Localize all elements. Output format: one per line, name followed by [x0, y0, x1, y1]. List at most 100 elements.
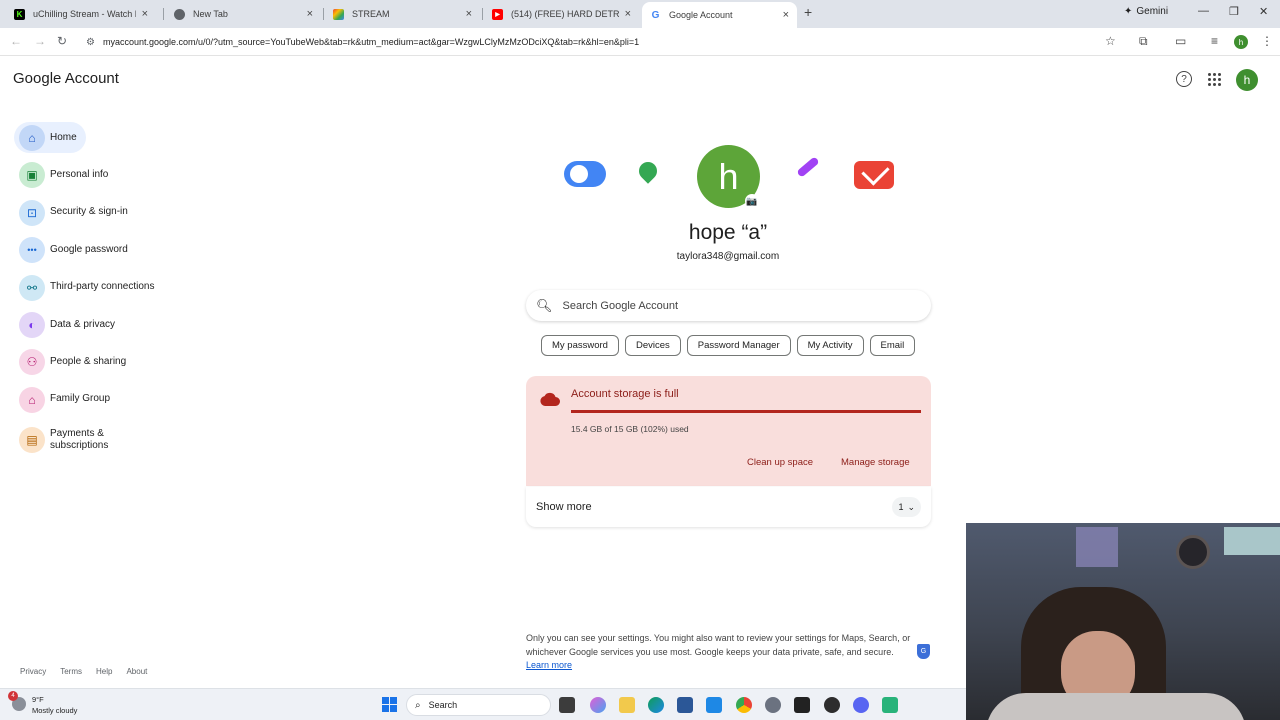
- google-account-logo[interactable]: Google Account: [13, 70, 119, 87]
- edge-icon[interactable]: [648, 697, 664, 713]
- obs-icon[interactable]: [794, 697, 810, 713]
- about-link[interactable]: About: [126, 667, 147, 676]
- task-view-icon[interactable]: [559, 697, 575, 713]
- account-avatar[interactable]: h: [1236, 69, 1258, 91]
- account-search[interactable]: 🔍︎: [526, 290, 931, 321]
- webcam-poster: [1076, 527, 1118, 567]
- file-explorer-icon[interactable]: [619, 697, 635, 713]
- apps-grid-icon[interactable]: [1208, 73, 1221, 86]
- close-icon[interactable]: ×: [625, 8, 631, 20]
- storage-alert-card: Account storage is full 15.4 GB of 15 GB…: [526, 376, 931, 486]
- sidebar-item-home[interactable]: ⌂ Home: [14, 119, 214, 157]
- sidebar-item-label: Home: [50, 131, 77, 143]
- chip-my-activity[interactable]: My Activity: [796, 335, 864, 356]
- toggle-icon: ◐: [19, 311, 45, 338]
- store-icon[interactable]: [677, 697, 693, 713]
- sidebar-item-people-sharing[interactable]: ⚇ People & sharing: [14, 343, 214, 380]
- windows-taskbar: 4 9°F Mostly cloudy ⌕ Search: [0, 688, 966, 720]
- browser-tab[interactable]: K uChilling Stream - Watch Live o ×: [6, 3, 156, 25]
- restore-button[interactable]: ❐: [1229, 5, 1239, 18]
- chip-my-password[interactable]: My password: [541, 335, 619, 356]
- close-icon[interactable]: ×: [307, 8, 313, 20]
- webcam-monitor: [1224, 527, 1280, 555]
- browser-tab[interactable]: New Tab ×: [166, 3, 321, 25]
- close-icon[interactable]: ×: [142, 8, 148, 20]
- weather-widget[interactable]: 4 9°F Mostly cloudy: [8, 691, 77, 716]
- minimize-button[interactable]: —: [1198, 5, 1209, 17]
- storage-usage-text: 15.4 GB of 15 GB (102%) used: [571, 424, 689, 434]
- browser-tab[interactable]: ▶ (514) (FREE) HARD DETROIT TY ×: [484, 3, 639, 25]
- chip-devices[interactable]: Devices: [624, 335, 681, 356]
- url-text: myaccount.google.com/u/0/?utm_source=You…: [102, 37, 640, 47]
- search-input[interactable]: [562, 299, 903, 312]
- tab-title: STREAM: [352, 9, 390, 19]
- close-window-button[interactable]: ✕: [1259, 5, 1268, 18]
- clean-up-space-button[interactable]: Clean up space: [747, 457, 813, 468]
- sidebar-item-label: People & sharing: [50, 356, 127, 368]
- gemini-button[interactable]: ✦ Gemini: [1124, 6, 1168, 17]
- sidebar-item-third-party[interactable]: ⚯ Third-party connections: [14, 269, 214, 306]
- manage-storage-button[interactable]: Manage storage: [841, 457, 910, 468]
- forward-arrow-icon[interactable]: →: [34, 34, 46, 48]
- camera-icon[interactable]: 📷: [745, 194, 759, 208]
- search-icon: 🔍︎: [536, 297, 553, 313]
- sidebar-item-label: Google password: [50, 243, 128, 255]
- browser-profile-avatar[interactable]: h: [1234, 35, 1248, 49]
- palette-icon: [333, 8, 344, 20]
- webcam-person-shirt: [986, 693, 1246, 720]
- brush-illustration-icon: [796, 156, 820, 178]
- chip-email[interactable]: Email: [869, 335, 916, 356]
- terms-link[interactable]: Terms: [60, 667, 82, 676]
- close-icon[interactable]: ×: [466, 8, 472, 20]
- notes-icon[interactable]: [882, 697, 898, 713]
- settings-gear-icon[interactable]: [765, 697, 781, 713]
- chip-password-manager[interactable]: Password Manager: [686, 335, 791, 356]
- privacy-note-text: Only you can see your settings. You migh…: [526, 633, 911, 657]
- dots-password-icon: •••: [19, 237, 45, 264]
- help-link[interactable]: Help: [96, 667, 112, 676]
- discord-icon[interactable]: [853, 697, 869, 713]
- chevron-down-icon: ⌄: [907, 501, 915, 512]
- sidebar-item-payments[interactable]: ▤ Payments & subscriptions: [14, 418, 214, 462]
- privacy-link[interactable]: Privacy: [20, 667, 46, 676]
- copilot-icon[interactable]: [590, 697, 606, 713]
- sidebar-item-password[interactable]: ••• Google password: [14, 231, 214, 268]
- connections-icon: ⚯: [19, 274, 45, 301]
- bookmark-star-icon[interactable]: ☆: [1105, 34, 1116, 48]
- tab-title: (514) (FREE) HARD DETROIT TY: [511, 9, 619, 19]
- browser-tab[interactable]: STREAM ×: [325, 3, 480, 25]
- sidebar-item-label: Family Group: [50, 393, 111, 405]
- app-icon[interactable]: [824, 697, 840, 713]
- mail-illustration-icon: [854, 161, 894, 189]
- sidebar-item-data-privacy[interactable]: ◐ Data & privacy: [14, 306, 214, 343]
- reload-icon[interactable]: ↻: [57, 34, 67, 48]
- show-more-row[interactable]: Show more 1 ⌄: [526, 487, 931, 527]
- help-icon[interactable]: ?: [1176, 71, 1192, 87]
- learn-more-link[interactable]: Learn more: [526, 660, 572, 670]
- sidebar-item-security[interactable]: ⊡ Security & sign-in: [14, 194, 214, 231]
- windows-start-icon[interactable]: [382, 697, 397, 712]
- cast-icon[interactable]: ▭: [1175, 34, 1186, 48]
- new-tab-button[interactable]: +: [804, 4, 812, 20]
- outlook-icon[interactable]: [706, 697, 722, 713]
- profile-name: hope “a”: [688, 221, 768, 244]
- sidebar-item-personal-info[interactable]: ▣ Personal info: [14, 156, 214, 193]
- browser-tab-active[interactable]: G Google Account ×: [642, 2, 797, 28]
- close-icon[interactable]: ×: [783, 9, 789, 21]
- more-menu-icon[interactable]: ⋮: [1261, 34, 1273, 48]
- sidebar-item-family-group[interactable]: ⌂ Family Group: [14, 381, 214, 418]
- extensions-icon[interactable]: ⧉: [1139, 34, 1148, 49]
- taskbar-search[interactable]: ⌕ Search: [406, 694, 551, 716]
- storage-alert-title: Account storage is full: [571, 388, 679, 400]
- sparkle-icon: ✦: [1124, 6, 1133, 17]
- site-info-icon[interactable]: ⚙: [86, 37, 95, 48]
- address-bar[interactable]: ⚙ myaccount.google.com/u/0/?utm_source=Y…: [78, 31, 1128, 53]
- cloud-icon: [540, 392, 560, 406]
- media-icon[interactable]: ≡: [1211, 34, 1218, 48]
- sidebar-item-label: Payments & subscriptions: [50, 428, 108, 452]
- back-arrow-icon[interactable]: ←: [10, 34, 22, 48]
- chrome-taskbar-icon[interactable]: [736, 697, 752, 713]
- show-more-count: 1: [898, 502, 904, 512]
- weather-icon: 4: [8, 691, 26, 711]
- chrome-icon: [174, 8, 185, 20]
